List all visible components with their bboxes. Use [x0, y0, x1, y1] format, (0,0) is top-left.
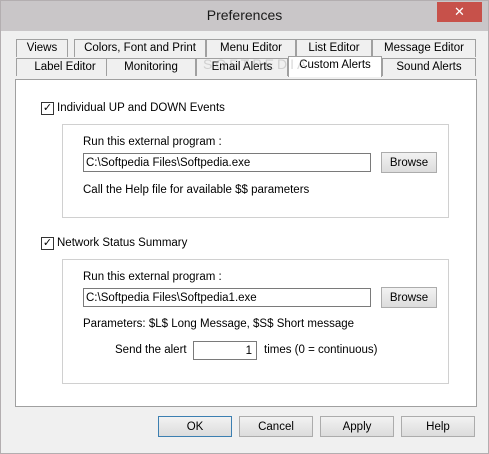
send-alert-label: Send the alert [115, 344, 187, 356]
individual-help-text: Call the Help file for available $$ para… [83, 184, 310, 196]
times-label: times (0 = continuous) [264, 344, 378, 356]
tab-colors-font-print[interactable]: Colors, Font and Print [74, 39, 206, 57]
network-summary-group: Run this external program : C:\Softpedia… [62, 259, 449, 384]
individual-program-field[interactable]: C:\Softpedia Files\Softpedia.exe [83, 153, 371, 172]
tab-monitoring[interactable]: Monitoring [106, 58, 196, 76]
individual-run-label: Run this external program : [83, 136, 222, 148]
window-title: Preferences [206, 7, 283, 23]
tab-menu-editor[interactable]: Menu Editor [206, 39, 296, 57]
ok-button[interactable]: OK [158, 416, 232, 437]
apply-button[interactable]: Apply [320, 416, 394, 437]
tab-sound-alerts[interactable]: Sound Alerts [382, 58, 476, 76]
tab-message-editor[interactable]: Message Editor [372, 39, 476, 57]
preferences-window: Preferences ✕ Views Colors, Font and Pri… [0, 0, 489, 454]
cancel-button[interactable]: Cancel [239, 416, 313, 437]
dialog-client-area: Views Colors, Font and Print Menu Editor… [8, 31, 481, 446]
custom-alerts-panel: ✓ Individual UP and DOWN Events Run this… [15, 79, 477, 407]
network-browse-button[interactable]: Browse [381, 287, 437, 308]
network-params-text: Parameters: $L$ Long Message, $S$ Short … [83, 318, 355, 330]
close-button[interactable]: ✕ [437, 2, 482, 22]
individual-browse-button[interactable]: Browse [381, 152, 437, 173]
title-bar: Preferences ✕ [1, 1, 488, 31]
network-summary-label: Network Status Summary [57, 237, 188, 249]
individual-events-group: Run this external program : C:\Softpedia… [62, 124, 449, 218]
tab-label-editor[interactable]: Label Editor [16, 58, 114, 76]
help-button[interactable]: Help [401, 416, 475, 437]
individual-events-label: Individual UP and DOWN Events [57, 102, 225, 114]
individual-events-checkbox[interactable]: ✓ [41, 102, 54, 115]
send-alert-count-field[interactable]: 1 [193, 341, 257, 360]
network-summary-checkbox[interactable]: ✓ [41, 237, 54, 250]
tab-views[interactable]: Views [16, 39, 68, 57]
tab-list-editor[interactable]: List Editor [296, 39, 372, 57]
network-run-label: Run this external program : [83, 271, 222, 283]
network-program-field[interactable]: C:\Softpedia Files\Softpedia1.exe [83, 288, 371, 307]
softpedia-watermark: SOFTPEDIA [203, 56, 310, 72]
